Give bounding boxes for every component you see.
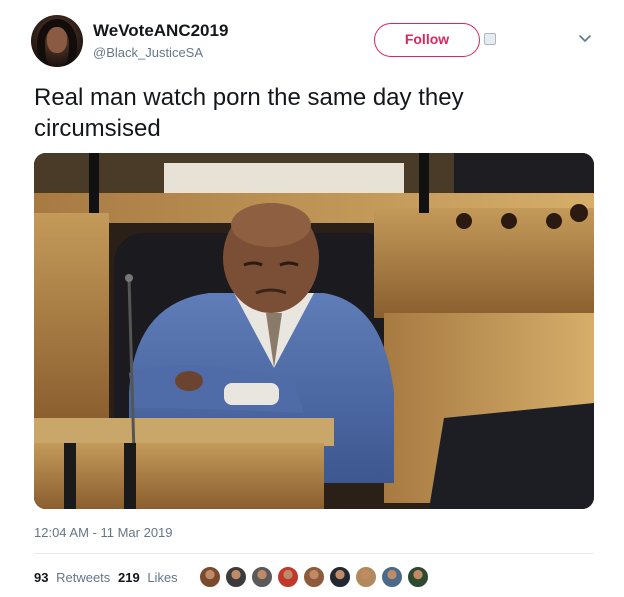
liker-avatar-4[interactable] bbox=[277, 566, 299, 588]
tweet-text: Real man watch porn the same day they ci… bbox=[34, 82, 594, 144]
retweets-stat[interactable]: 93 Retweets bbox=[34, 570, 110, 585]
chevron-down-icon[interactable] bbox=[578, 34, 592, 44]
tweet-photo[interactable] bbox=[34, 153, 594, 509]
tweet-photo-illustration bbox=[34, 153, 594, 509]
liker-avatar-1[interactable] bbox=[199, 566, 221, 588]
retweets-label: Retweets bbox=[56, 570, 111, 585]
liker-avatar-7[interactable] bbox=[355, 566, 377, 588]
tweet-timestamp[interactable]: 12:04 AM - 11 Mar 2019 bbox=[34, 525, 173, 540]
liker-avatar-3[interactable] bbox=[251, 566, 273, 588]
user-handle[interactable]: @Black_JusticeSA bbox=[93, 45, 203, 60]
liker-avatar-8[interactable] bbox=[381, 566, 403, 588]
likes-stat[interactable]: 219 Likes bbox=[118, 570, 178, 585]
liker-avatar-2[interactable] bbox=[225, 566, 247, 588]
tweet-text-line-2: circumsised bbox=[34, 115, 161, 142]
likes-label: Likes bbox=[147, 570, 178, 585]
liker-avatar-9[interactable] bbox=[407, 566, 429, 588]
retweets-count: 93 bbox=[34, 570, 49, 585]
avatar[interactable] bbox=[31, 15, 83, 67]
tweet-text-line-1: Real man watch porn the same day they bbox=[34, 84, 464, 111]
divider bbox=[34, 553, 594, 554]
likes-count: 219 bbox=[118, 570, 140, 585]
tweet-card: WeVoteANC2019 @Black_JusticeSA Follow Re… bbox=[0, 0, 624, 597]
liker-avatar-6[interactable] bbox=[329, 566, 351, 588]
user-display-name[interactable]: WeVoteANC2019 bbox=[93, 21, 228, 41]
badge-icon bbox=[484, 33, 496, 45]
avatar-face bbox=[47, 27, 67, 53]
liker-avatar-5[interactable] bbox=[303, 566, 325, 588]
follow-button[interactable]: Follow bbox=[374, 23, 480, 57]
